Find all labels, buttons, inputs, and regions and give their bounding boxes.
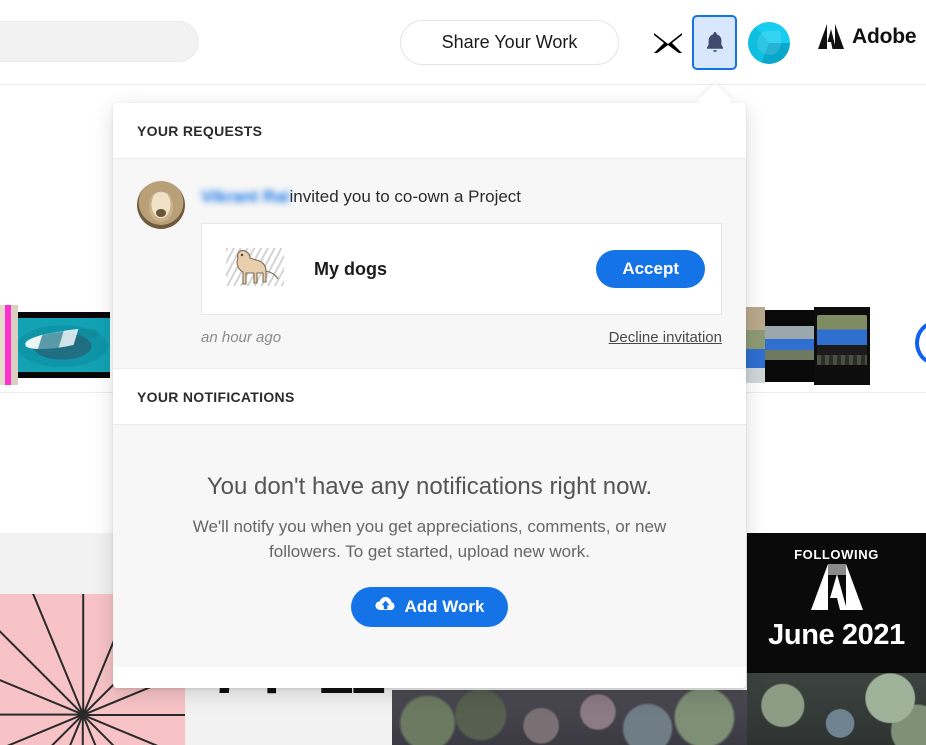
empty-state-subtitle: We'll notify you when you get appreciati… xyxy=(192,517,667,562)
thumbnail-abstract-strip[interactable] xyxy=(0,305,18,385)
adobe-mark-icon xyxy=(810,564,863,615)
starburst-ray xyxy=(81,714,185,745)
request-item: Vikrant Raiinvited you to co-own a Proje… xyxy=(113,159,746,368)
requests-section-heading: YOUR REQUESTS xyxy=(113,103,746,159)
empty-state-title: You don't have any notifications right n… xyxy=(206,473,653,501)
empty-notifications-state: You don't have any notifications right n… xyxy=(113,425,746,667)
thumbnail-car-right-strip xyxy=(817,355,867,365)
notifications-dropdown: YOUR REQUESTS Vikrant Raiinvited you to … xyxy=(113,103,746,688)
bell-icon xyxy=(706,32,723,52)
adobe-mark-icon xyxy=(818,24,844,49)
search-input[interactable] xyxy=(0,21,199,62)
request-sender-avatar[interactable] xyxy=(137,181,185,229)
top-navigation-bar: Share Your Work Adobe xyxy=(0,0,926,85)
requests-section-body: Vikrant Raiinvited you to co-own a Proje… xyxy=(113,159,746,369)
notifications-heading-label: YOUR NOTIFICATIONS xyxy=(137,388,295,405)
share-your-work-button[interactable]: Share Your Work xyxy=(400,20,619,65)
request-message: Vikrant Raiinvited you to co-own a Proje… xyxy=(201,181,722,207)
cloud-upload-icon xyxy=(375,596,396,617)
following-date-label: June 2021 xyxy=(768,619,905,651)
adobe-logo[interactable]: Adobe xyxy=(818,24,917,49)
requests-heading-label: YOUR REQUESTS xyxy=(137,122,263,139)
mail-icon[interactable] xyxy=(652,28,684,58)
request-sender-name[interactable]: Vikrant Rai xyxy=(201,187,290,207)
thumbnail-car-center-detail xyxy=(765,325,815,361)
request-message-text: invited you to co-own a Project xyxy=(289,187,522,206)
share-your-work-label: Share Your Work xyxy=(441,32,578,52)
avatar xyxy=(748,22,790,64)
request-timestamp: an hour ago xyxy=(201,329,282,347)
following-badge-label: FOLLOWING xyxy=(794,547,879,562)
project-title: My dogs xyxy=(314,258,388,279)
starburst-ray xyxy=(81,594,84,715)
thumbnail-succulents-right[interactable] xyxy=(747,673,926,745)
add-work-button[interactable]: Add Work xyxy=(351,586,508,627)
dog-drawing-icon xyxy=(236,250,279,285)
starburst-ray xyxy=(82,714,185,716)
thumbnail-car-right[interactable] xyxy=(814,307,870,385)
notifications-section-heading: YOUR NOTIFICATIONS xyxy=(113,369,746,426)
user-avatar[interactable] xyxy=(748,22,790,64)
starburst-ray xyxy=(0,714,83,716)
request-meta-row: an hour ago Decline invitation xyxy=(201,315,722,368)
decline-invitation-link[interactable]: Decline invitation xyxy=(609,329,722,346)
project-invitation-card: My dogs Accept xyxy=(201,223,722,316)
notifications-bell-button[interactable] xyxy=(692,15,737,70)
accept-invitation-button[interactable]: Accept xyxy=(596,250,705,289)
request-content: Vikrant Raiinvited you to co-own a Proje… xyxy=(201,181,722,368)
adobe-wordmark: Adobe xyxy=(852,24,917,48)
blue-circle-decoration xyxy=(915,321,926,365)
thumbnail-succulents[interactable] xyxy=(392,690,747,745)
project-thumbnail[interactable] xyxy=(220,238,292,301)
thumbnail-ocean-detail xyxy=(24,325,102,353)
add-work-label: Add Work xyxy=(404,596,485,616)
thumbnail-ocean[interactable] xyxy=(18,312,110,378)
thumbnail-car-center[interactable] xyxy=(765,310,815,382)
thumbnail-following-card[interactable]: FOLLOWING June 2021 xyxy=(747,533,926,673)
